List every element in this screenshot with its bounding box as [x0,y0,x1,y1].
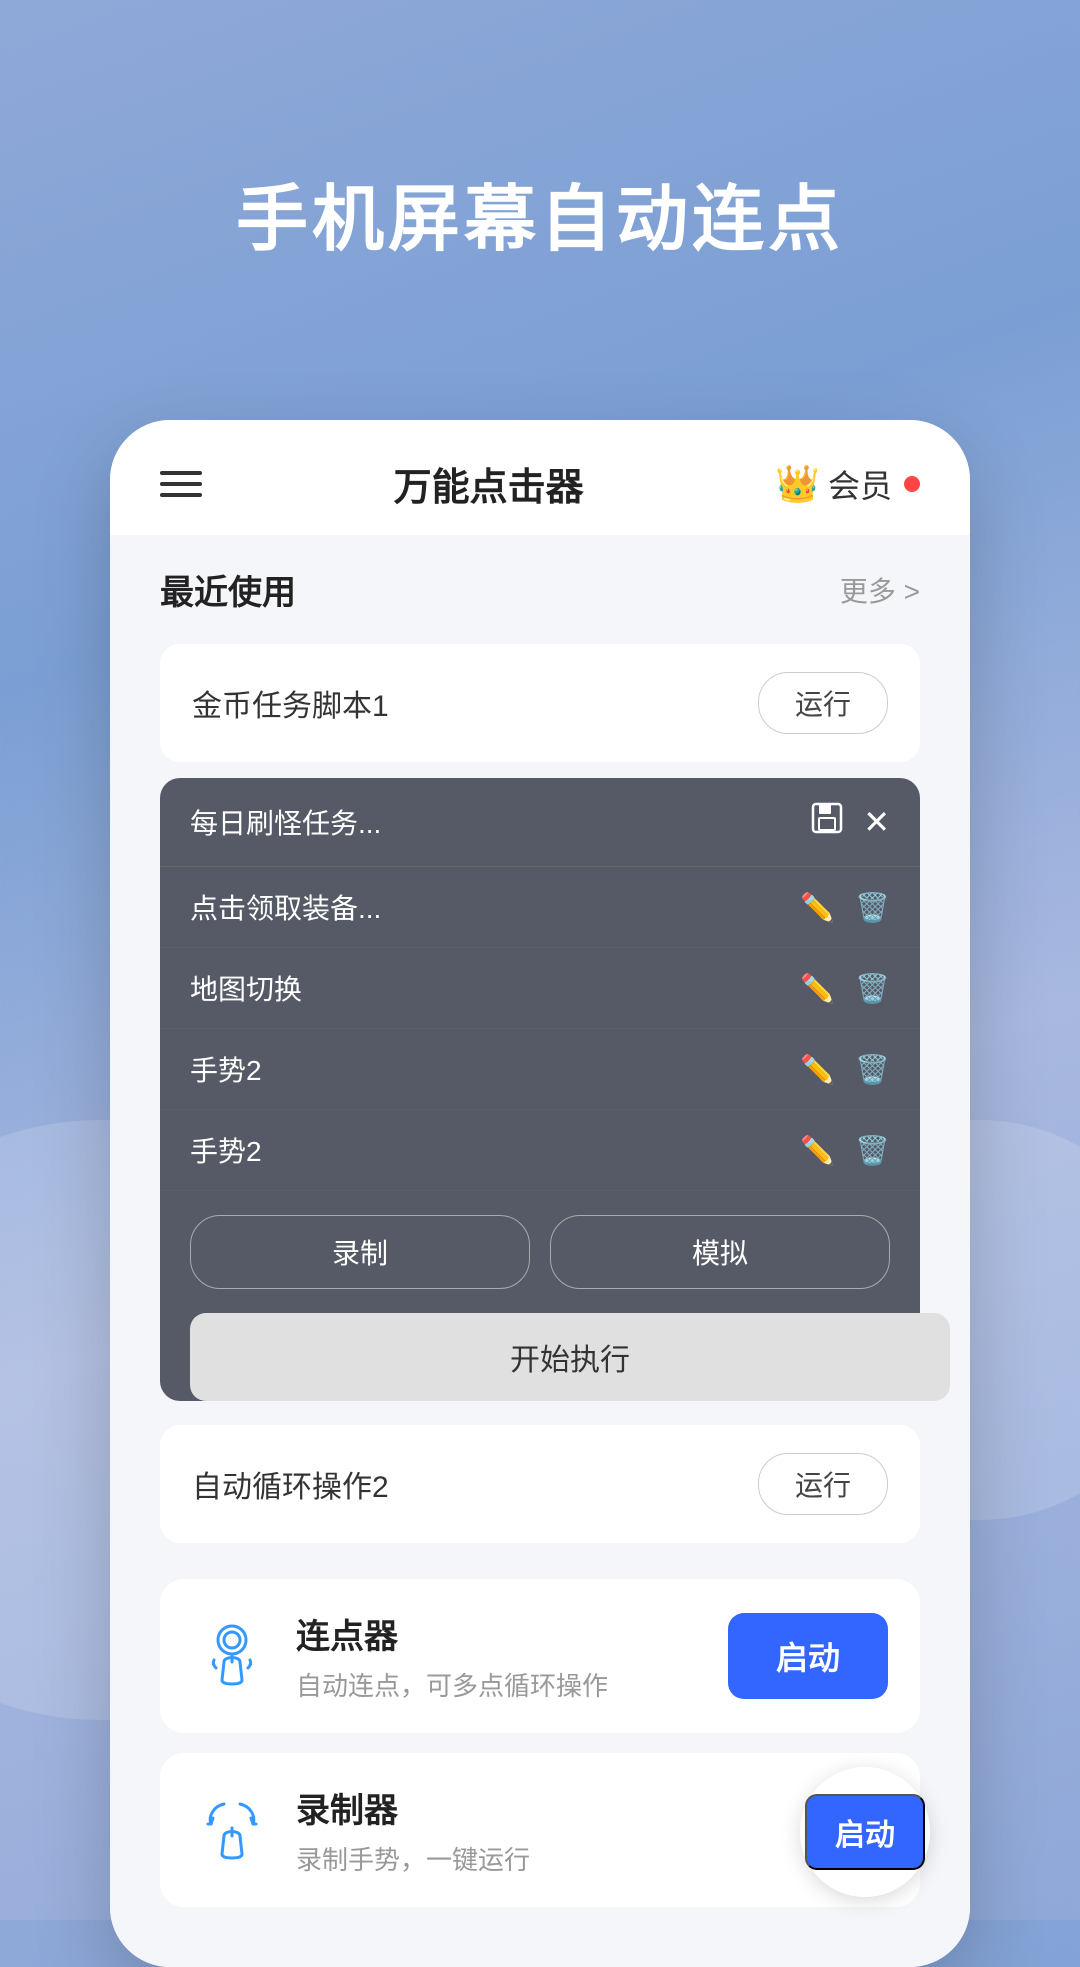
edit-icon-0[interactable]: ✏️ [800,891,835,924]
row-text-0: 点击领取装备... [190,887,800,927]
hamburger-menu-button[interactable] [160,471,202,497]
vip-status-dot [904,476,920,492]
record-button[interactable]: 录制 [190,1215,530,1289]
dropdown-row-1: 地图切换 ✏️ 🗑️ [160,948,920,1029]
app-content: 万能点击器 👑 会员 最近使用 更多 > 金币任务脚本1 运行 每 [110,420,970,1967]
row-actions-2: ✏️ 🗑️ [800,1053,890,1086]
recorder-desc: 录制手势，一键运行 [296,1840,888,1877]
clicker-name: 连点器 [296,1609,704,1658]
dropdown-row-2: 手势2 ✏️ 🗑️ [160,1029,920,1110]
row-actions-0: ✏️ 🗑️ [800,891,890,924]
page-title: 手机屏幕自动连点 [0,160,1080,265]
section-title: 最近使用 [160,565,296,614]
edit-icon-2[interactable]: ✏️ [800,1053,835,1086]
run-button-0[interactable]: 运行 [758,672,888,734]
clicker-icon [196,1620,268,1692]
delete-icon-2[interactable]: 🗑️ [855,1053,890,1086]
dropdown-row-0: 点击领取装备... ✏️ 🗑️ [160,867,920,948]
app-title: 万能点击器 [394,456,584,511]
row-text-3: 手势2 [190,1130,800,1170]
delete-icon-0[interactable]: 🗑️ [855,891,890,924]
simulate-button[interactable]: 模拟 [550,1215,890,1289]
script-name-2: 自动循环操作2 [192,1462,389,1506]
vip-badge[interactable]: 👑 会员 [775,461,920,507]
section-header: 最近使用 更多 > [160,555,920,624]
dropdown-header: 每日刷怪任务... ✕ [160,778,920,867]
dropdown-row-3: 手势2 ✏️ 🗑️ [160,1110,920,1191]
tool-card-clicker: 连点器 自动连点，可多点循环操作 启动 [160,1579,920,1733]
recorder-name: 录制器 [296,1783,888,1832]
row-actions-1: ✏️ 🗑️ [800,972,890,1005]
recorder-icon-wrapper [192,1790,272,1870]
clicker-info: 连点器 自动连点，可多点循环操作 [296,1609,704,1703]
run-button-2[interactable]: 运行 [758,1453,888,1515]
row-actions-3: ✏️ 🗑️ [800,1134,890,1167]
tool-card-recorder: 录制器 录制手势，一键运行 启动 [160,1753,920,1907]
clicker-desc: 自动连点，可多点循环操作 [296,1666,704,1703]
phone-mockup: 万能点击器 👑 会员 最近使用 更多 > 金币任务脚本1 运行 每 [110,420,970,1967]
script-name-0: 金币任务脚本1 [192,681,389,725]
dropdown-popup: 每日刷怪任务... ✕ [160,778,920,1401]
recent-section: 最近使用 更多 > 金币任务脚本1 运行 每日刷怪任务... [110,535,970,1579]
close-icon[interactable]: ✕ [863,803,890,841]
clicker-start-button[interactable]: 启动 [728,1613,888,1699]
script-item-2: 自动循环操作2 运行 [160,1425,920,1543]
more-button[interactable]: 更多 > [840,570,920,610]
crown-icon: 👑 [775,463,820,505]
vip-label: 会员 [828,461,892,507]
dropdown-header-icons: ✕ [811,802,890,842]
recorder-icon [196,1794,268,1866]
delete-icon-3[interactable]: 🗑️ [855,1134,890,1167]
float-circle: 启动 [800,1767,930,1897]
row-text-1: 地图切换 [190,968,800,1008]
nav-bar: 万能点击器 👑 会员 [110,420,970,535]
edit-icon-1[interactable]: ✏️ [800,972,835,1005]
clicker-icon-wrapper [192,1616,272,1696]
save-icon[interactable] [811,802,843,842]
dropdown-header-text: 每日刷怪任务... [190,802,811,842]
script-item-0: 金币任务脚本1 运行 [160,644,920,762]
recorder-start-button[interactable]: 启动 [805,1794,925,1870]
edit-icon-3[interactable]: ✏️ [800,1134,835,1167]
execute-button[interactable]: 开始执行 [190,1313,950,1401]
dropdown-footer: 录制 模拟 [160,1191,920,1313]
row-text-2: 手势2 [190,1049,800,1089]
tools-section: 连点器 自动连点，可多点循环操作 启动 [110,1579,970,1967]
delete-icon-1[interactable]: 🗑️ [855,972,890,1005]
